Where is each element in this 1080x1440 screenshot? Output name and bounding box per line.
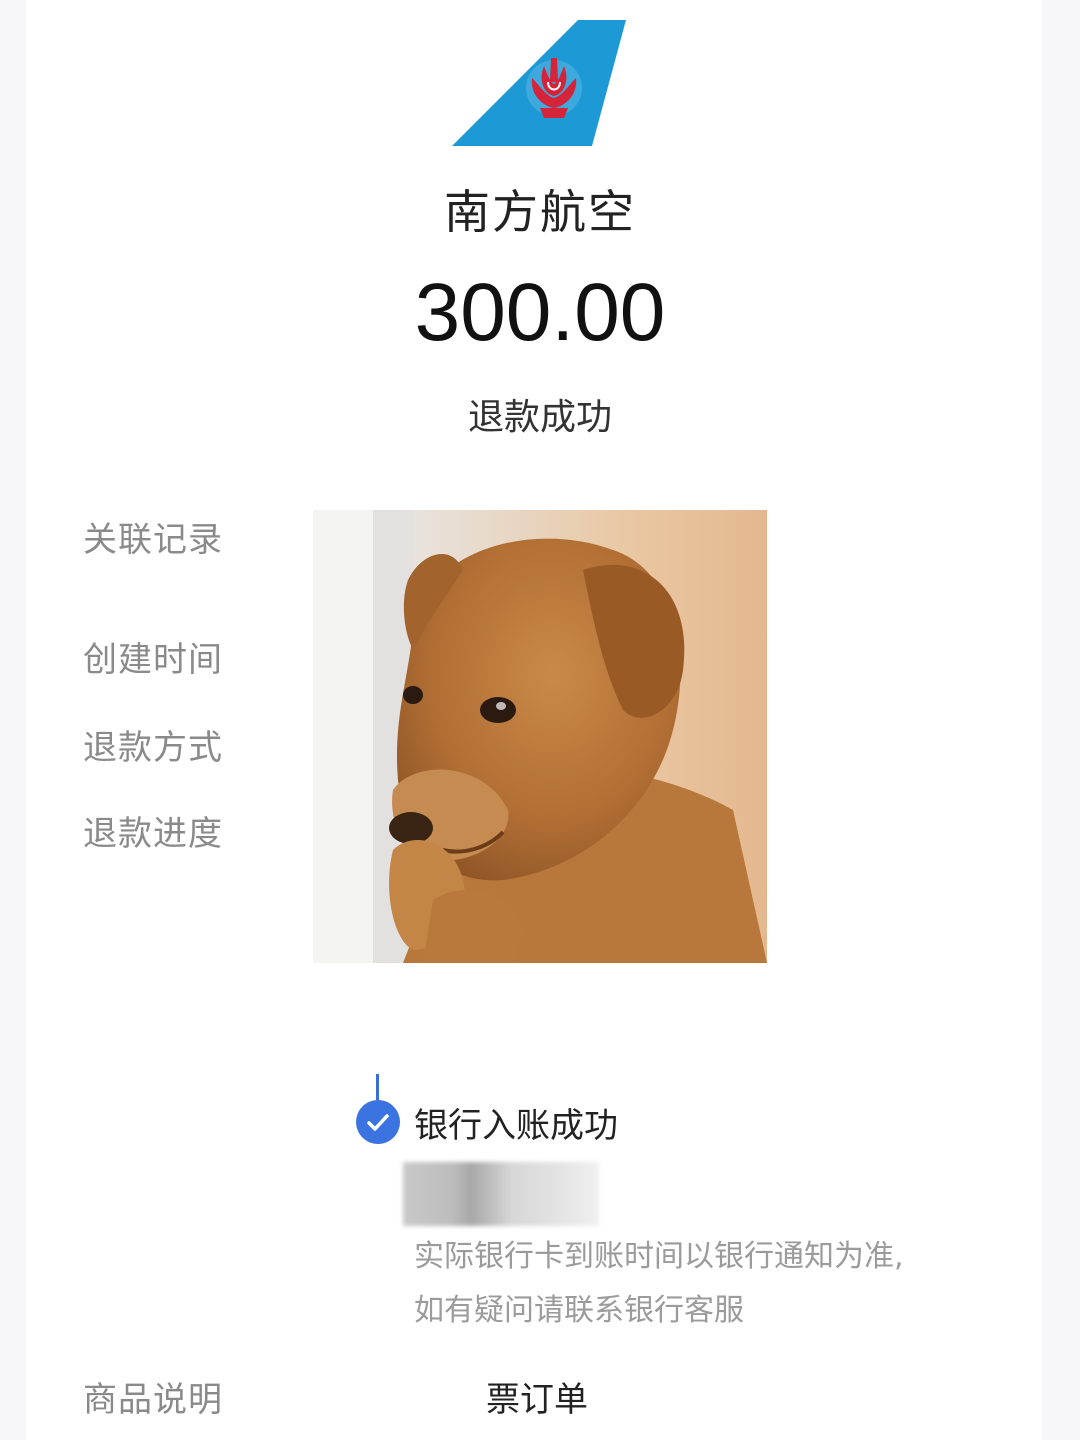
sad-dog-image bbox=[313, 510, 767, 963]
refund-status: 退款成功 bbox=[467, 397, 612, 438]
progress-step-title: 银行入账成功 bbox=[414, 1106, 618, 1146]
airline-name: 南方航空 bbox=[444, 185, 636, 239]
notice-line-2: 如有疑问请联系银行客服 bbox=[414, 1293, 744, 1328]
label-product-description: 商品说明 bbox=[83, 1380, 223, 1420]
product-description-value: 票订单 bbox=[486, 1380, 588, 1420]
check-circle-icon bbox=[356, 1100, 400, 1144]
label-related-record: 关联记录 bbox=[83, 520, 223, 560]
progress-notice: 实际银行卡到账时间以银行通知为准, 如有疑问请联系银行客服 bbox=[414, 1230, 994, 1338]
label-refund-method: 退款方式 bbox=[83, 728, 223, 768]
redacted-timestamp bbox=[403, 1162, 599, 1226]
label-created-time: 创建时间 bbox=[83, 640, 223, 680]
refund-amount: 300.00 bbox=[414, 267, 666, 358]
label-refund-progress: 退款进度 bbox=[83, 814, 223, 854]
airline-logo-icon bbox=[450, 18, 630, 148]
notice-line-1: 实际银行卡到账时间以银行通知为准, bbox=[414, 1239, 904, 1274]
